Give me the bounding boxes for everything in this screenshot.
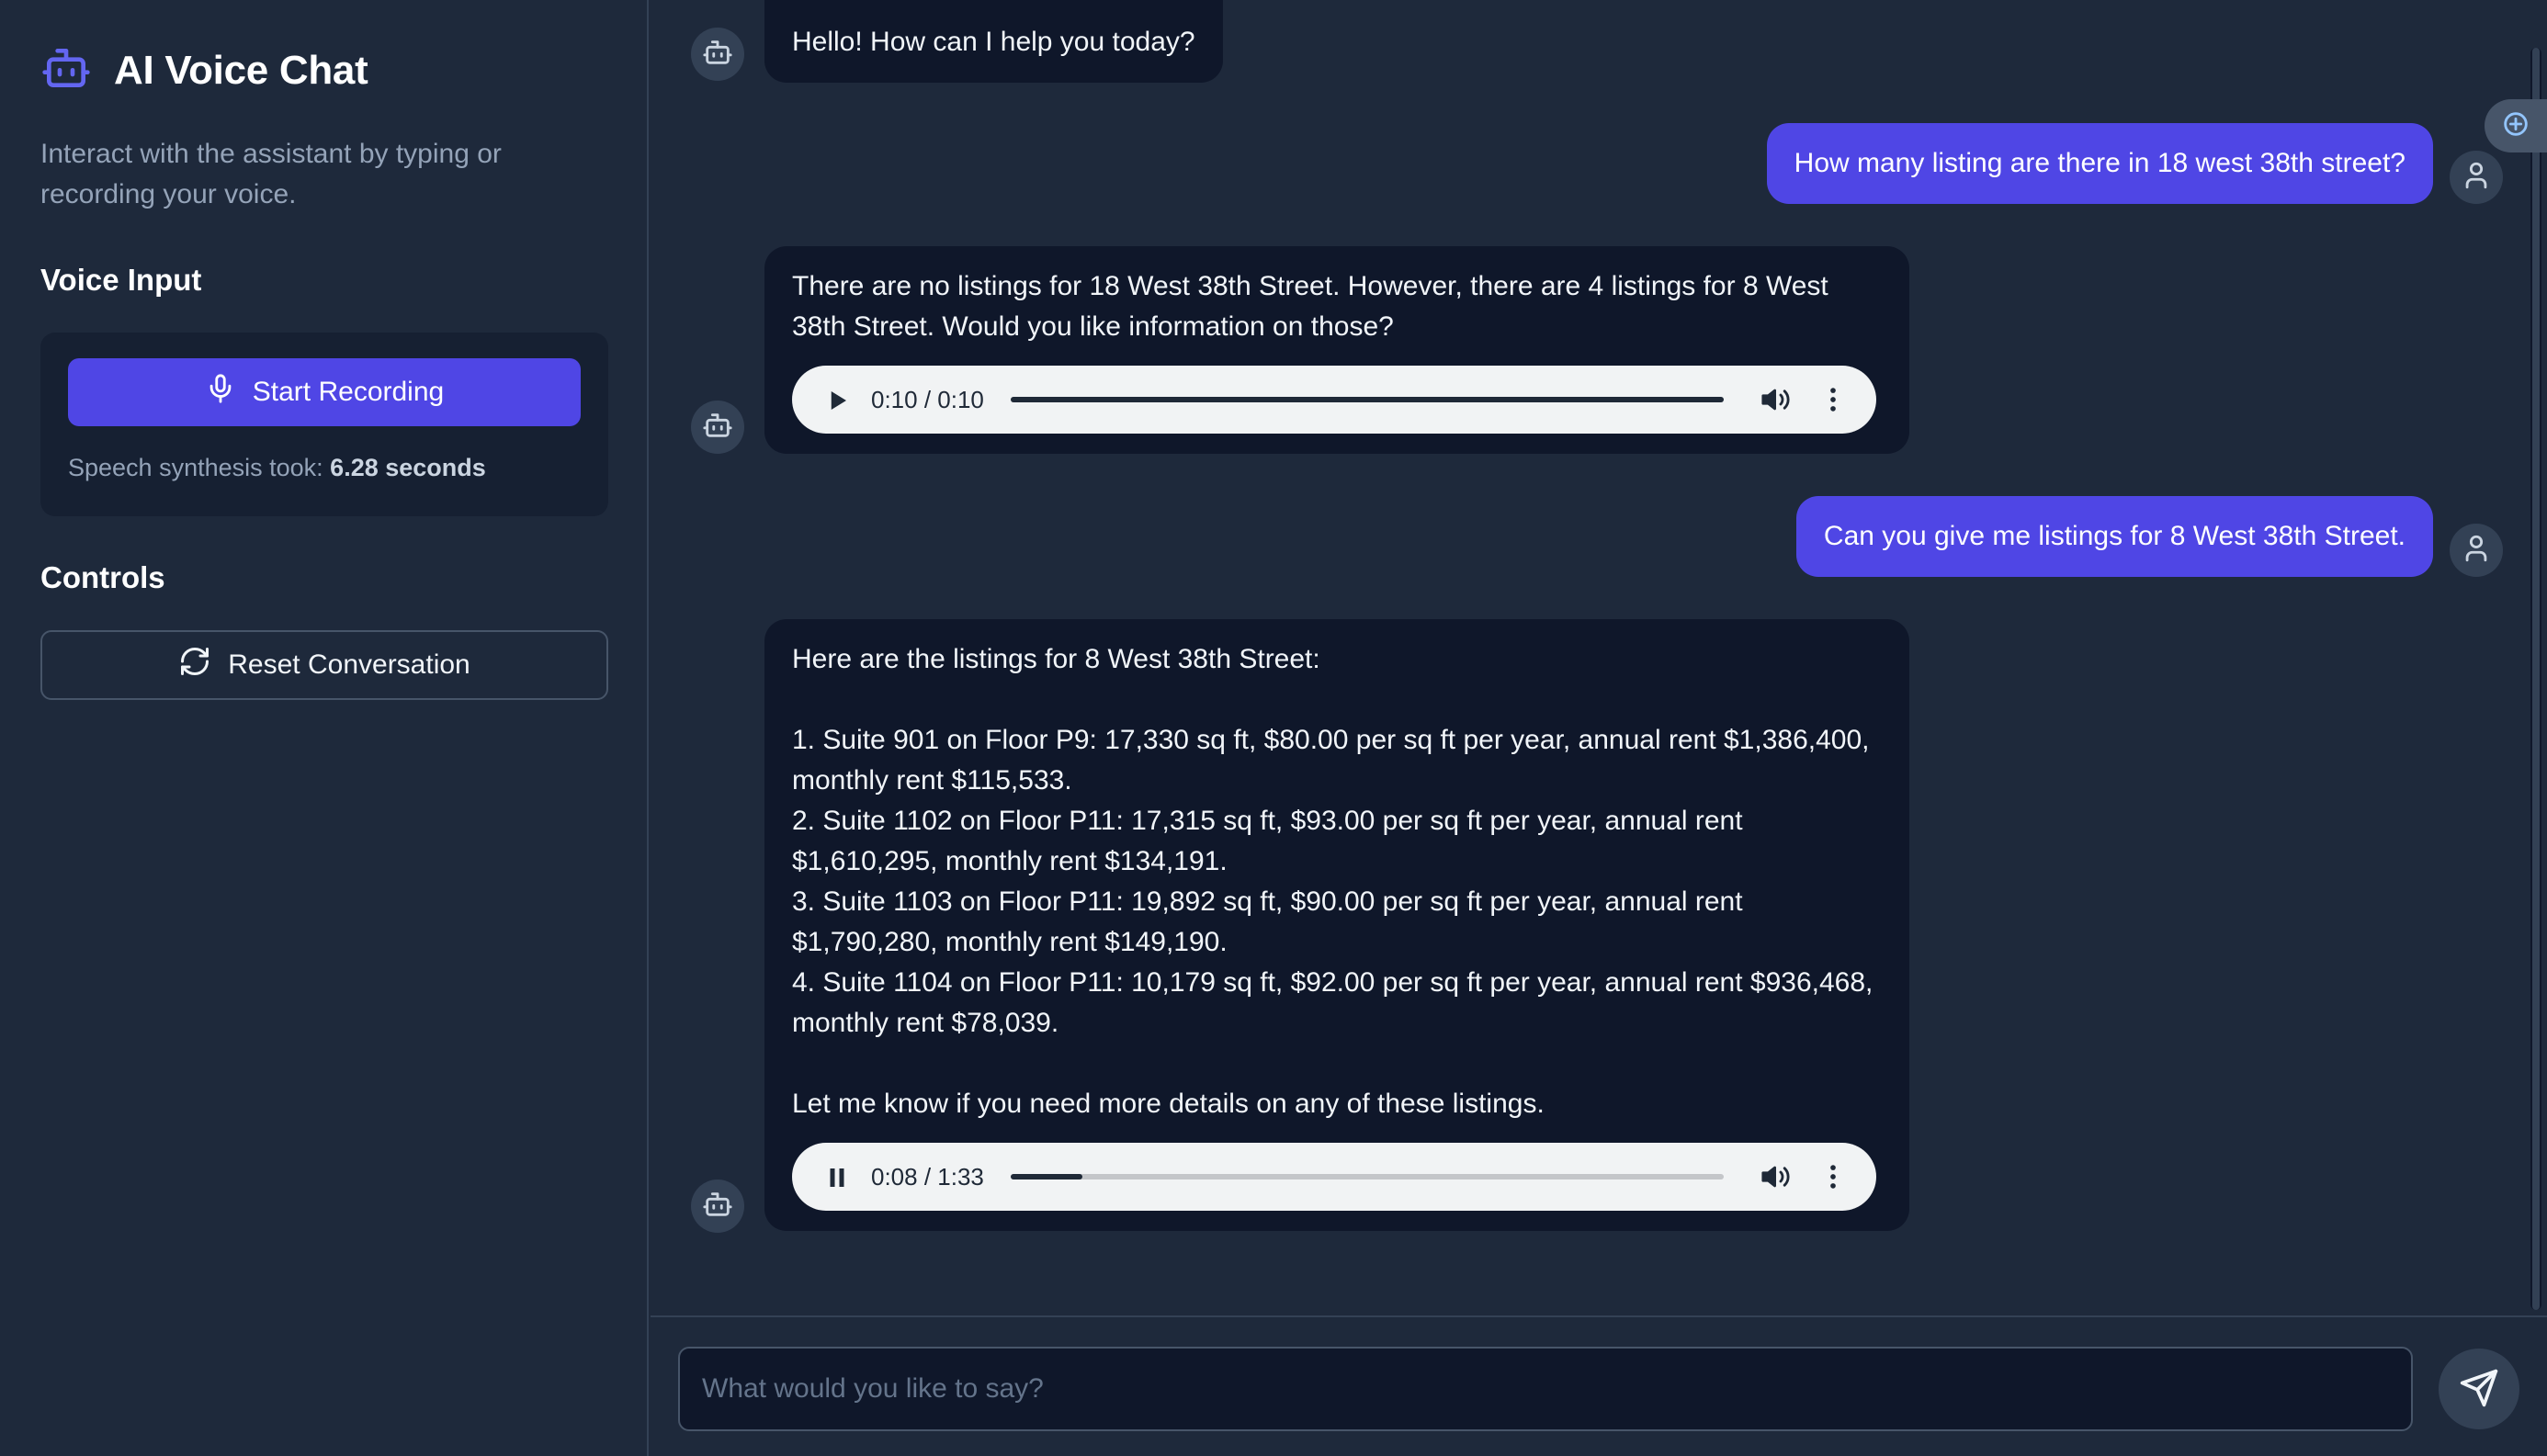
send-button[interactable] <box>2439 1349 2519 1429</box>
audio-player[interactable]: 0:08 / 1:33 <box>792 1143 1876 1211</box>
message-line <box>792 680 1882 720</box>
robot-icon <box>702 37 733 73</box>
send-icon <box>2459 1368 2499 1411</box>
user-icon <box>2461 533 2492 569</box>
more-options-icon[interactable] <box>1817 384 1849 415</box>
voice-input-card: Start Recording Speech synthesis took: 6… <box>40 333 608 516</box>
robot-icon <box>702 1189 733 1225</box>
audio-progress-fill <box>1011 397 1724 402</box>
start-recording-button[interactable]: Start Recording <box>68 358 581 426</box>
message-text: How many listing are there in 18 west 38… <box>1794 148 2406 178</box>
assistant-message: Hello! How can I help you today? <box>764 0 1223 83</box>
extension-icon <box>2500 108 2531 144</box>
user-avatar <box>2450 151 2503 204</box>
floating-extension-button[interactable] <box>2485 99 2547 152</box>
volume-icon[interactable] <box>1760 384 1792 415</box>
speech-synthesis-value: 6.28 seconds <box>330 454 486 481</box>
reset-conversation-button[interactable]: Reset Conversation <box>40 630 608 700</box>
volume-icon[interactable] <box>1760 1161 1792 1192</box>
message-text: Hello! How can I help you today? <box>792 27 1195 57</box>
user-message: How many listing are there in 18 west 38… <box>1766 123 2433 204</box>
listing-item: 4. Suite 1104 on Floor P11: 10,179 sq ft… <box>792 967 1873 1038</box>
composer-bar <box>651 1315 2547 1456</box>
message-text: There are no listings for 18 West 38th S… <box>792 271 1828 342</box>
message-text: Can you give me listings for 8 West 38th… <box>1823 521 2406 551</box>
assistant-avatar <box>691 28 744 81</box>
robot-icon <box>40 42 92 98</box>
assistant-avatar <box>691 401 744 454</box>
user-icon <box>2461 160 2492 196</box>
brand: AI Voice Chat <box>40 42 368 98</box>
message-line: Let me know if you need more details on … <box>792 1089 1545 1119</box>
reset-conversation-label: Reset Conversation <box>228 649 470 680</box>
audio-time: 0:10 / 0:10 <box>871 386 984 413</box>
app-window: AI Voice Chat Interact with the assistan… <box>0 0 2547 1456</box>
microphone-icon <box>205 373 236 412</box>
assistant-message: There are no listings for 18 West 38th S… <box>764 246 1909 454</box>
refresh-icon <box>178 645 211 685</box>
assistant-message: Here are the listings for 8 West 38th St… <box>764 619 1909 1231</box>
assistant-avatar <box>691 1179 744 1233</box>
user-message: Can you give me listings for 8 West 38th… <box>1795 496 2433 577</box>
user-avatar <box>2450 524 2503 577</box>
speech-synthesis-status: Speech synthesis took: 6.28 seconds <box>68 454 486 482</box>
play-icon[interactable] <box>823 386 851 413</box>
audio-player[interactable]: 0:10 / 0:10 <box>792 366 1876 434</box>
audio-progress-fill <box>1011 1174 1082 1179</box>
audio-progress-bar[interactable] <box>1011 1174 1724 1179</box>
speech-synthesis-label: Speech synthesis took: <box>68 454 331 481</box>
message-line: Here are the listings for 8 West 38th St… <box>792 644 1320 674</box>
robot-icon <box>702 410 733 446</box>
pause-icon[interactable] <box>823 1163 851 1191</box>
app-title: AI Voice Chat <box>114 47 368 93</box>
more-options-icon[interactable] <box>1817 1161 1849 1192</box>
listing-item: 3. Suite 1103 on Floor P11: 19,892 sq ft… <box>792 886 1743 957</box>
voice-input-heading: Voice Input <box>40 263 202 297</box>
audio-time: 0:08 / 1:33 <box>871 1163 984 1191</box>
message-input[interactable] <box>678 1347 2413 1431</box>
sidebar: AI Voice Chat Interact with the assistan… <box>0 0 649 1456</box>
message-line <box>792 1044 1882 1084</box>
controls-heading: Controls <box>40 560 165 594</box>
listing-item: 2. Suite 1102 on Floor P11: 17,315 sq ft… <box>792 806 1743 876</box>
chat-scrollbar-thumb[interactable] <box>2532 48 2540 1310</box>
audio-progress-bar[interactable] <box>1011 397 1724 402</box>
app-subtitle: Interact with the assistant by typing or… <box>40 139 502 209</box>
chat-log[interactable]: Hello! How can I help you today? How man… <box>651 0 2547 1314</box>
listing-item: 1. Suite 901 on Floor P9: 17,330 sq ft, … <box>792 725 1870 796</box>
start-recording-label: Start Recording <box>252 377 445 407</box>
